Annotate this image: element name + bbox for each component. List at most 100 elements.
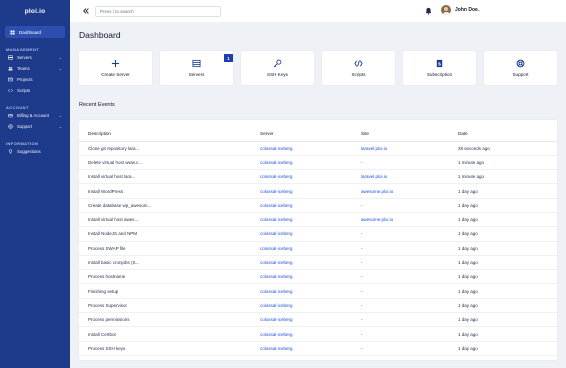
event-site: - bbox=[361, 255, 458, 271]
billing-icon bbox=[8, 113, 13, 118]
event-description: Install NodeJS and NPM bbox=[79, 226, 260, 242]
event-server-link[interactable]: colossal-iceberg bbox=[260, 169, 361, 185]
event-server-link[interactable]: colossal-iceberg bbox=[260, 141, 361, 156]
event-date: 1 day ago bbox=[458, 341, 557, 356]
avatar[interactable] bbox=[441, 5, 451, 15]
event-date: 1 day ago bbox=[458, 241, 557, 256]
event-server-link[interactable]: colossal-iceberg bbox=[260, 255, 361, 271]
card-label: SSH Keys bbox=[267, 72, 288, 77]
ssh-keys-card[interactable]: SSH Keys bbox=[241, 51, 314, 85]
server-icon bbox=[8, 55, 13, 60]
event-server-link[interactable]: colossal-iceberg bbox=[260, 183, 361, 199]
event-date: 1 day ago bbox=[458, 283, 557, 299]
chevron-down-icon: ⌄ bbox=[58, 124, 62, 129]
table-row: Install basic cronjobs (S... colossal-ice… bbox=[79, 255, 557, 271]
sidebar-item-label: Servers bbox=[17, 55, 32, 60]
events-table: Description Server Site Date Clone git r… bbox=[79, 127, 557, 356]
event-date: 1 day ago bbox=[458, 298, 557, 314]
card-label: Support bbox=[512, 72, 529, 77]
table-row: Create database wp_awesom... colossal-ice… bbox=[79, 198, 557, 213]
event-site: - bbox=[361, 226, 458, 242]
event-site: - bbox=[361, 241, 458, 256]
sidebar-item-label: Billing & Account bbox=[17, 113, 50, 118]
card-label: Servers bbox=[188, 72, 205, 77]
event-description: Delete virtual host www.c... bbox=[79, 155, 260, 171]
event-server-link[interactable]: colossal-iceberg bbox=[260, 226, 361, 242]
event-description: Install WordPress bbox=[79, 183, 260, 199]
event-description: Process Supervisor bbox=[79, 298, 260, 314]
sidebar-item-teams[interactable]: Teams ⌄ bbox=[0, 63, 70, 74]
table-row: Process hostname colossal-iceberg -1 day a… bbox=[79, 269, 557, 285]
sidebar-item-billing[interactable]: Billing & Account ⌄ bbox=[0, 110, 70, 121]
event-date: 1 day ago bbox=[458, 255, 557, 271]
table-row: Process permissions colossal-iceberg -1 da… bbox=[79, 312, 557, 328]
table-header-row: Description Server Site Date bbox=[79, 127, 557, 142]
event-description: Create database wp_awesom... bbox=[79, 198, 260, 213]
column-header-description[interactable]: Description bbox=[79, 127, 260, 142]
svg-text:$: $ bbox=[438, 62, 441, 68]
event-server-link[interactable]: colossal-iceberg bbox=[260, 212, 361, 228]
event-site: - bbox=[361, 198, 458, 213]
sidebar-item-servers[interactable]: Servers ⌄ bbox=[0, 52, 70, 63]
sidebar-item-label: Suggestions bbox=[17, 149, 41, 154]
table-row: Delete virtual host www.c... colossal-ice… bbox=[79, 155, 557, 171]
event-description: Install basic cronjobs (S... bbox=[79, 255, 260, 271]
event-description: Finishing setup bbox=[79, 283, 260, 299]
sidebar-item-scripts[interactable]: Scripts bbox=[0, 85, 70, 96]
event-date: 1 day ago bbox=[458, 312, 557, 328]
event-site: - bbox=[361, 312, 458, 328]
event-server-link[interactable]: colossal-iceberg bbox=[260, 312, 361, 328]
servers-count-badge: 1 bbox=[224, 54, 233, 62]
sidebar-item-projects[interactable]: Projects bbox=[0, 74, 70, 85]
column-header-date[interactable]: Date bbox=[458, 127, 557, 142]
table-row: Process SWAP file colossal-iceberg -1 day … bbox=[79, 241, 557, 256]
event-description: Install Certbot bbox=[79, 326, 260, 342]
event-site-link[interactable]: laravel.ploi.io bbox=[361, 141, 458, 156]
scripts-card[interactable]: Scripts bbox=[322, 51, 395, 85]
recent-events-panel: Description Server Site Date Clone git r… bbox=[79, 120, 557, 360]
subscription-card[interactable]: $ Subscription bbox=[403, 51, 476, 85]
event-site-link[interactable]: awesome.ploi.io bbox=[361, 183, 458, 199]
sidebar-item-dashboard[interactable]: Dashboard bbox=[5, 26, 65, 38]
event-server-link[interactable]: colossal-iceberg bbox=[260, 198, 361, 213]
chevron-down-icon[interactable]: ⌄ bbox=[477, 7, 481, 13]
scripts-icon bbox=[8, 88, 13, 93]
sidebar-item-suggestions[interactable]: Suggestions bbox=[0, 146, 70, 157]
bell-icon[interactable] bbox=[425, 7, 432, 15]
code-icon bbox=[354, 60, 363, 67]
event-server-link[interactable]: colossal-iceberg bbox=[260, 241, 361, 256]
chevron-down-icon: ⌄ bbox=[58, 113, 62, 118]
sidebar: ploi.io Dashboard MANAGEMENT Servers ⌄ T… bbox=[0, 0, 70, 368]
event-server-link[interactable]: colossal-iceberg bbox=[260, 283, 361, 299]
event-description: Process SWAP file bbox=[79, 241, 260, 256]
column-header-site[interactable]: Site bbox=[361, 127, 458, 142]
brand-logo[interactable]: ploi.io bbox=[0, 0, 70, 22]
event-date: 1 day ago bbox=[458, 198, 557, 213]
collapse-sidebar-button[interactable] bbox=[80, 5, 92, 17]
event-date: 1 day ago bbox=[458, 269, 557, 285]
search-input[interactable]: Press / to search bbox=[95, 5, 221, 17]
event-site-link[interactable]: laravel.ploi.io bbox=[361, 169, 458, 185]
event-date: 28 seconds ago bbox=[458, 141, 557, 156]
event-server-link[interactable]: colossal-iceberg bbox=[260, 298, 361, 314]
sidebar-item-support[interactable]: Support ⌄ bbox=[0, 121, 70, 132]
chevron-down-icon: ⌄ bbox=[58, 66, 62, 71]
create-server-card[interactable]: Create Server bbox=[79, 51, 152, 85]
event-server-link[interactable]: colossal-iceberg bbox=[260, 155, 361, 171]
table-row: Install Certbot colossal-iceberg -1 day ag… bbox=[79, 326, 557, 342]
recent-events-title: Recent Events bbox=[79, 102, 115, 108]
servers-list-icon bbox=[192, 59, 201, 68]
event-server-link[interactable]: colossal-iceberg bbox=[260, 326, 361, 342]
card-label: Create Server bbox=[101, 72, 130, 77]
support-card[interactable]: Support bbox=[484, 51, 557, 85]
table-row: Install virtual host awes... colossal-ice… bbox=[79, 212, 557, 228]
projects-icon bbox=[8, 77, 13, 82]
top-bar: Press / to search bbox=[70, 0, 566, 22]
event-server-link[interactable]: colossal-iceberg bbox=[260, 269, 361, 285]
servers-card[interactable]: 1 Servers bbox=[160, 51, 233, 85]
column-header-server[interactable]: Server bbox=[260, 127, 361, 142]
user-name[interactable]: John Doe bbox=[455, 7, 478, 13]
event-site-link[interactable]: awesome.ploi.io bbox=[361, 212, 458, 228]
event-server-link[interactable]: colossal-iceberg bbox=[260, 341, 361, 356]
plus-icon bbox=[111, 59, 120, 68]
